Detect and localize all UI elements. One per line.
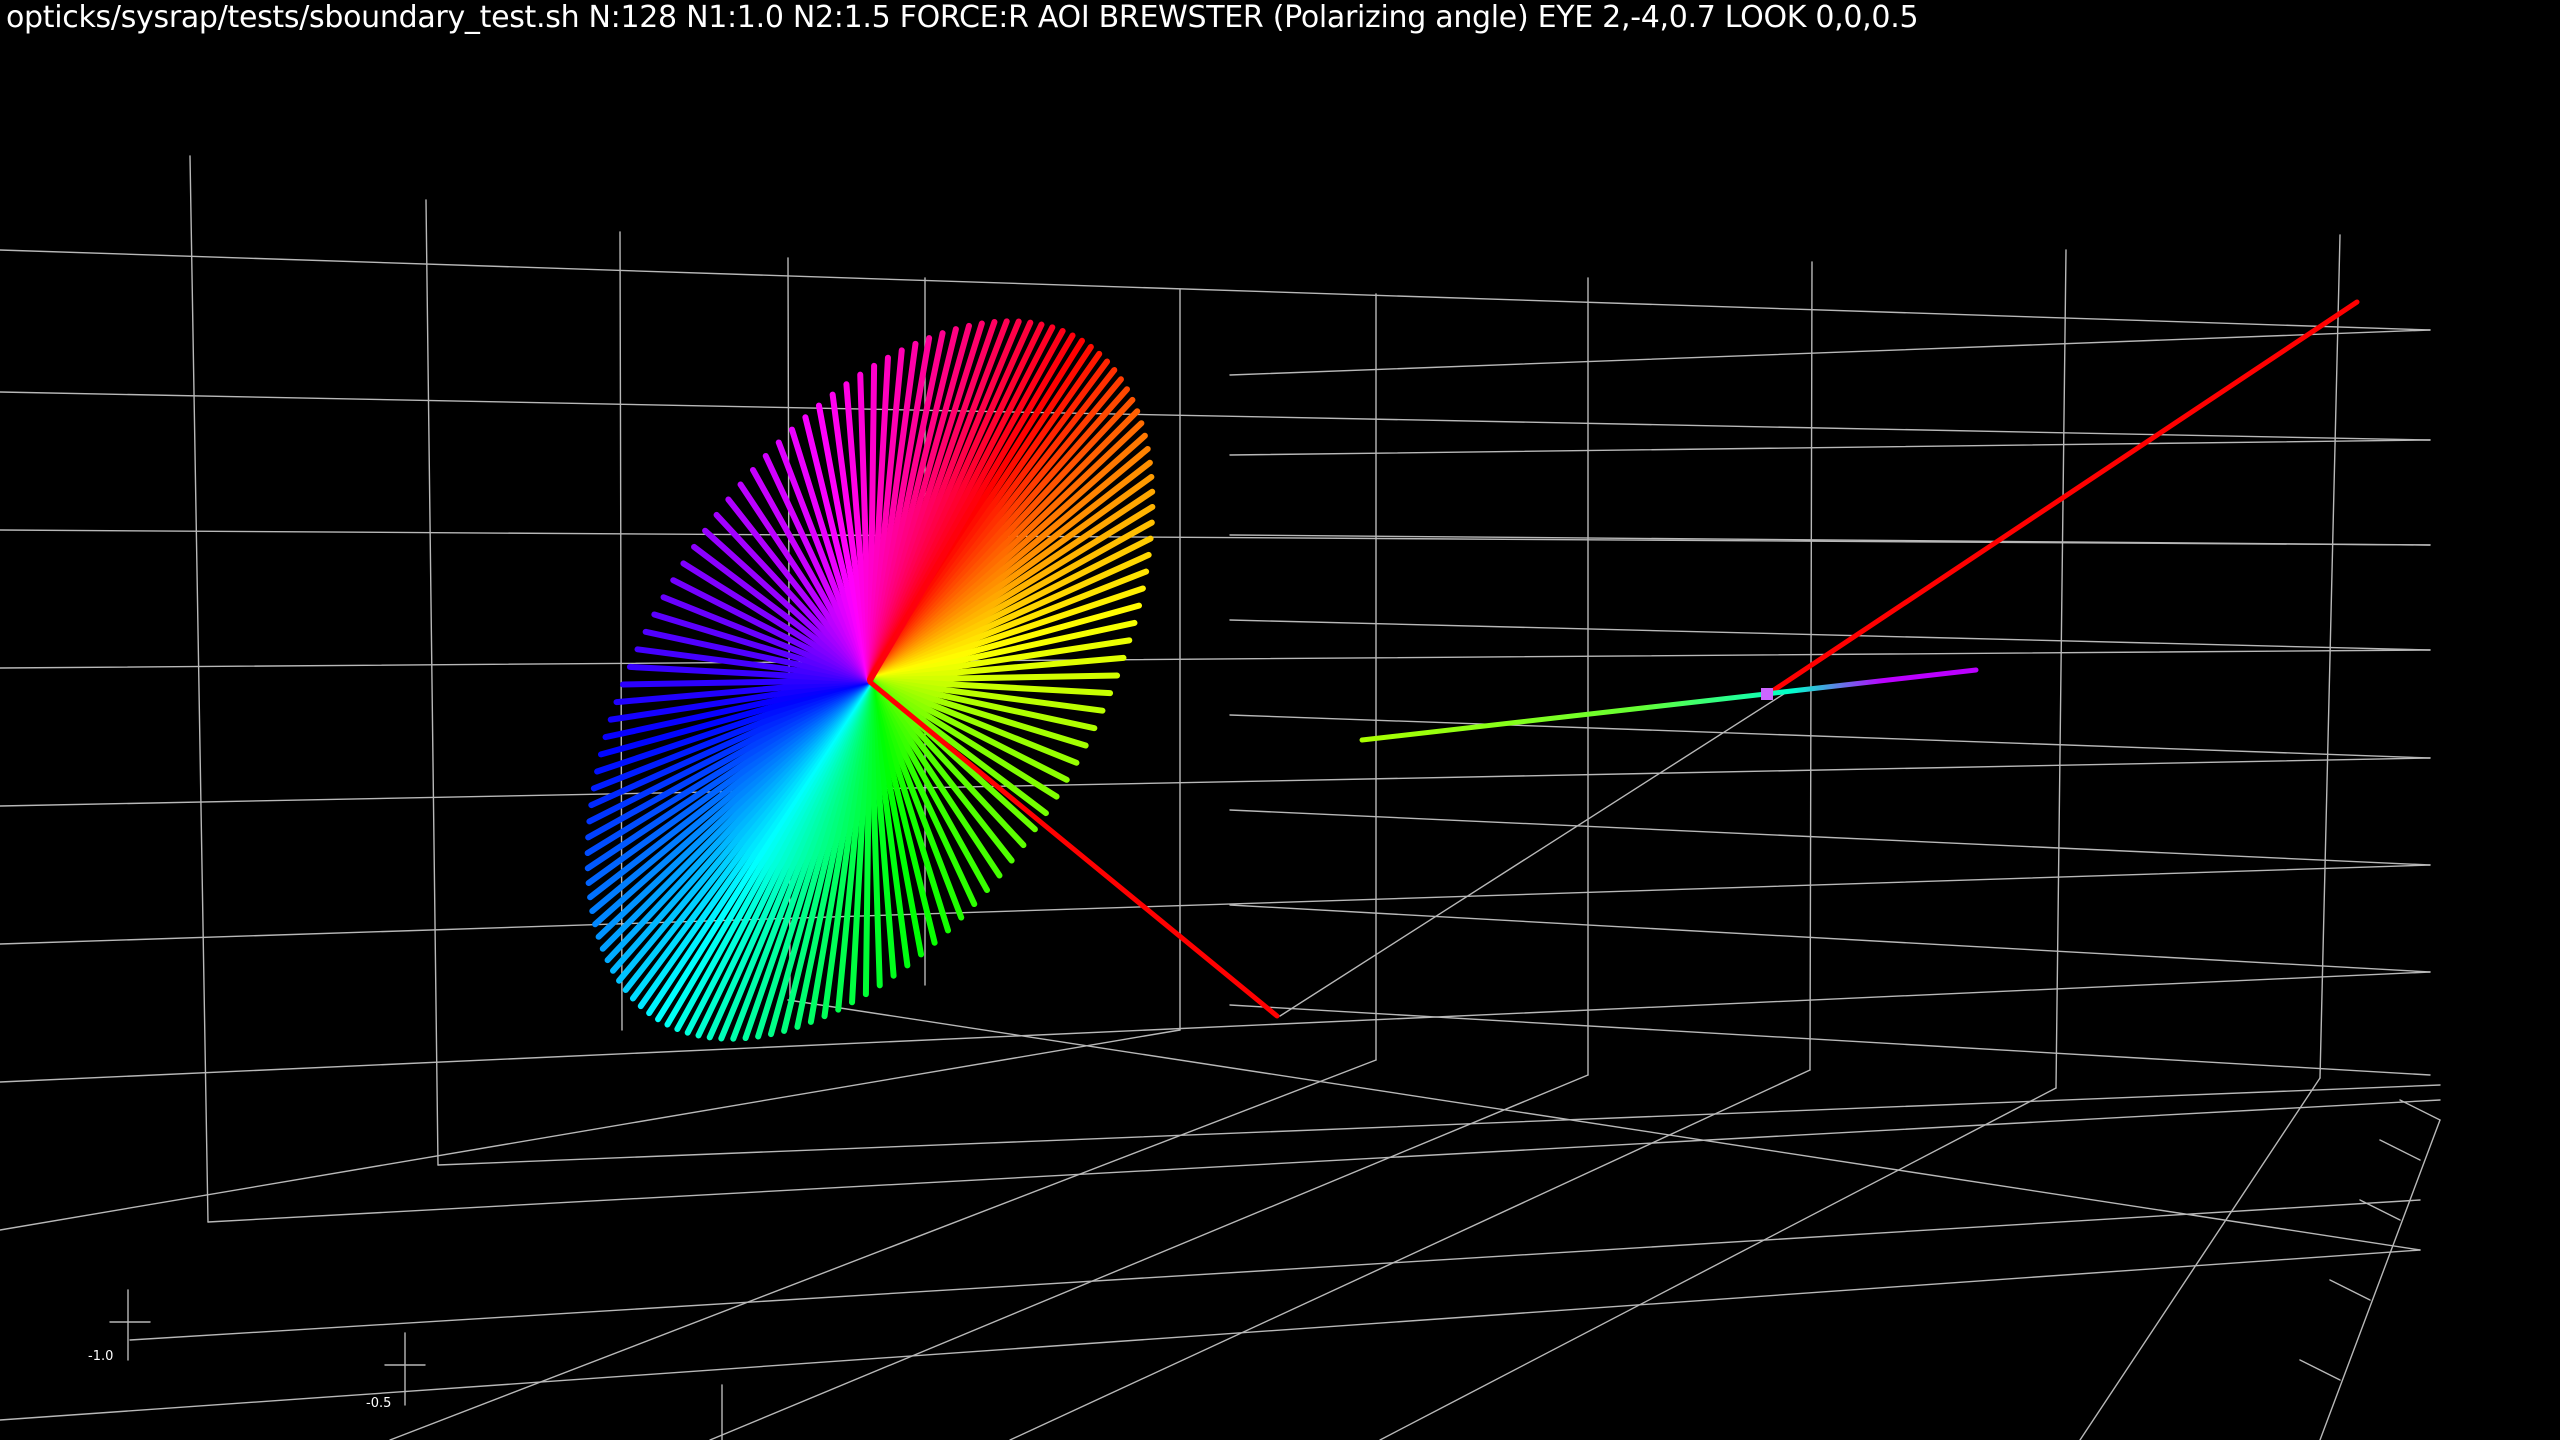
grid-line-right-5: [1229, 809, 2431, 866]
grid-line-right-7: [1229, 1004, 2431, 1076]
reflected-ray: [1765, 299, 2360, 697]
grid-line-floor-7: [709, 1074, 1589, 1440]
grid-line-floor-6: [389, 1059, 1377, 1440]
grid-line-vertical-1: [425, 199, 439, 1166]
grid-line-back-5: [0, 864, 2431, 945]
grid-line-back-2: [0, 529, 2431, 546]
axis-tick-label-minus-0-5: -0.5: [366, 1396, 391, 1411]
grid-line-floor-11: [2319, 1119, 2441, 1440]
window-title: opticks/sysrap/tests/sboundary_test.sh N…: [6, 0, 1919, 35]
grid-line-vertical-10: [2319, 234, 2341, 1079]
axis-tick-mark-5: [2399, 1099, 2441, 1121]
grid-line-floor-5: [0, 1029, 1181, 1231]
grid-line-back-4: [0, 757, 2431, 807]
grid-line-floor-12: [1279, 689, 1791, 1017]
render-viewport[interactable]: -1.0 -0.5 opticks/sysrap/tests/sboundary…: [0, 0, 2560, 1440]
grid-line-vertical-2: [619, 231, 623, 1031]
axis-tick-mark-6: [2379, 1139, 2421, 1161]
surface-normal-beam: [1359, 667, 1979, 743]
grid-line-back-3: [0, 649, 2431, 669]
grid-line-floor-9: [1379, 1087, 2057, 1440]
grid-line-right-6: [1229, 904, 2431, 973]
grid-line-right-1: [1229, 439, 2431, 456]
grid-line-floor-3: [437, 1084, 2441, 1166]
interface-point-marker: [1761, 688, 1773, 700]
grid-line-right-2: [1229, 534, 2431, 546]
grid-line-vertical-0: [189, 155, 209, 1223]
grid-line-right-3: [1229, 619, 2431, 651]
grid-line-floor-4: [787, 999, 2421, 1251]
axis-tick-label-minus-1: -1.0: [88, 1349, 113, 1364]
reference-grid: [0, 155, 2441, 1440]
grid-line-right-0: [1229, 329, 2431, 376]
grid-line-back-1: [0, 391, 2431, 441]
3d-scene-canvas[interactable]: -1.0 -0.5: [0, 0, 2560, 1440]
grid-line-floor-2: [0, 1249, 2421, 1421]
axis-tick-mark-9: [2299, 1359, 2341, 1381]
grid-line-floor-1: [129, 1199, 2421, 1341]
incident-ray: [867, 679, 1280, 1019]
axis-tick-mark-8: [2329, 1279, 2371, 1301]
grid-line-vertical-9: [2055, 249, 2067, 1089]
